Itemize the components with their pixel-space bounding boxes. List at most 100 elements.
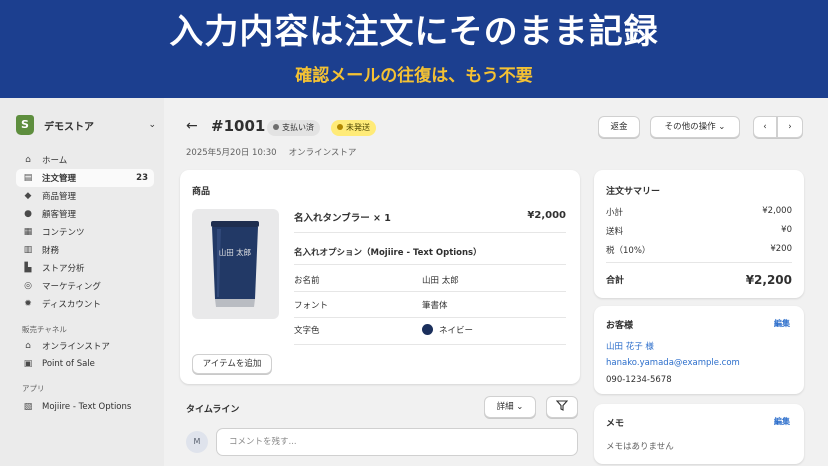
order-summary-card: 注文サマリー 小計 ¥2,000 送料 ¥0 税（10%） ¥200 合計 ¥2,200 <box>594 170 804 298</box>
apps-list: ▧ Mojiire - Text Options <box>16 398 154 416</box>
total-label: 合計 <box>606 276 625 286</box>
promo-banner: 入力内容は注文にそのまま記録 確認メールの往復は、もう不要 <box>0 0 828 98</box>
products-title: 商品 <box>192 187 211 197</box>
divider <box>294 264 566 265</box>
nav-item-label: ストア分析 <box>42 264 85 274</box>
chevron-down-icon: ⌄ <box>718 122 726 132</box>
options-title: 名入れオプション（Mojiire - Text Options） <box>294 248 482 258</box>
fulfillment-status-badge: 未発送 <box>331 120 376 136</box>
chart-icon: ▙ <box>24 263 32 273</box>
memo-text: メモはありません <box>606 442 674 452</box>
store-name: デモストア <box>44 121 94 133</box>
divider <box>294 232 566 233</box>
nav-item-online-store[interactable]: ⌂ オンラインストア <box>16 337 154 355</box>
home-icon: ⌂ <box>25 155 31 165</box>
sidebar: デモストア ⌄ ⌂ ホーム ▤ 注文管理 23 ◆ 商品管理 ● 顧客管理 ▦ … <box>0 98 164 466</box>
memo-title: メモ <box>606 419 625 429</box>
nav-item-point-of-sale[interactable]: ▣ Point of Sale <box>16 355 154 373</box>
product-thumbnail: 山田 太郎 <box>192 209 279 319</box>
nav-item-discounts[interactable]: ✹ ディスカウント <box>16 295 154 313</box>
option-value-color: ネイビー <box>422 324 473 336</box>
nav-item-label: Mojiire - Text Options <box>42 402 132 412</box>
status-dot-icon <box>273 124 279 130</box>
refund-button[interactable]: 返金 <box>598 116 640 138</box>
products-card: 商品 山田 太郎 名入れタンブラー × 1 ¥2,000 名入れオプション（Mo… <box>180 170 580 384</box>
next-order-button[interactable]: › <box>777 116 803 138</box>
app-icon: ▧ <box>23 402 33 412</box>
store-switcher[interactable]: デモストア ⌄ <box>16 114 156 136</box>
customer-edit-link[interactable]: 編集 <box>774 318 790 329</box>
detail-label: 詳細 <box>496 402 514 412</box>
order-detail-page: ← #1001 支払い済 未発送 2025年5月20日 10:30 オンラインスト… <box>164 98 828 466</box>
avatar: M <box>186 431 208 453</box>
order-meta: 2025年5月20日 10:30 オンラインストア <box>186 146 356 158</box>
product-name: 名入れタンブラー × 1 <box>294 213 391 224</box>
apps-heading: アプリ <box>22 384 45 393</box>
more-actions-button[interactable]: その他の操作 ⌄ <box>650 116 740 138</box>
summary-total: 合計 ¥2,200 <box>606 273 792 287</box>
customer-email-link[interactable]: hanako.yamada@example.com <box>606 358 740 368</box>
divider <box>294 344 566 345</box>
comment-input[interactable]: コメントを残す... <box>216 428 578 456</box>
summary-label: 税（10%） <box>606 246 651 256</box>
chevron-down-icon: ⌄ <box>516 402 524 412</box>
nav-item-home[interactable]: ⌂ ホーム <box>16 151 154 169</box>
memo-card: メモ 編集 メモはありません <box>594 404 804 464</box>
filter-icon <box>555 400 569 411</box>
nav-item-analytics[interactable]: ▙ ストア分析 <box>16 259 154 277</box>
orders-icon: ▤ <box>23 173 33 183</box>
nav-item-mojiire-app[interactable]: ▧ Mojiire - Text Options <box>16 398 154 416</box>
divider <box>294 291 566 292</box>
order-source: オンラインストア <box>288 148 357 158</box>
nav-item-label: コンテンツ <box>42 228 85 238</box>
customer-phone: 090-1234-5678 <box>606 375 672 385</box>
nav-item-orders[interactable]: ▤ 注文管理 23 <box>16 169 154 187</box>
customer-name-link[interactable]: 山田 花子 様 <box>606 340 654 352</box>
nav-item-label: オンラインストア <box>42 342 110 352</box>
sales-channels-heading: 販売チャネル <box>22 325 67 334</box>
nav-item-finance[interactable]: ▥ 財務 <box>16 241 154 259</box>
main-nav: ⌂ ホーム ▤ 注文管理 23 ◆ 商品管理 ● 顧客管理 ▦ コンテンツ ▥ … <box>16 151 154 313</box>
color-swatch <box>422 324 433 335</box>
nav-item-label: ディスカウント <box>42 300 101 310</box>
chevron-left-icon: ‹ <box>763 122 767 132</box>
chevron-down-icon: ⌄ <box>148 120 156 130</box>
person-icon: ● <box>24 209 32 219</box>
bank-icon: ▥ <box>23 245 33 255</box>
previous-order-button[interactable]: ‹ <box>753 116 777 138</box>
summary-row-subtotal: 小計 ¥2,000 <box>606 206 792 218</box>
store-icon: ⌂ <box>25 341 31 351</box>
divider <box>294 317 566 318</box>
option-label-font: フォント <box>294 301 329 311</box>
summary-value: ¥0 <box>781 225 792 235</box>
summary-title: 注文サマリー <box>606 187 661 197</box>
option-label-color: 文字色 <box>294 326 320 336</box>
more-actions-label: その他の操作 <box>664 122 716 132</box>
nav-item-label: 財務 <box>42 246 60 256</box>
summary-label: 小計 <box>606 208 624 218</box>
banner-title: 入力内容は注文にそのまま記録 <box>169 12 659 52</box>
nav-item-content[interactable]: ▦ コンテンツ <box>16 223 154 241</box>
nav-item-label: マーケティング <box>42 282 101 292</box>
nav-item-marketing[interactable]: ◎ マーケティング <box>16 277 154 295</box>
status-dot-icon <box>337 124 343 130</box>
add-item-button[interactable]: アイテムを追加 <box>192 354 272 374</box>
filter-button[interactable] <box>546 396 578 418</box>
nav-item-label: Point of Sale <box>42 359 95 369</box>
shopify-logo-icon <box>16 115 34 135</box>
summary-row-shipping: 送料 ¥0 <box>606 225 792 237</box>
tumbler-image: 山田 太郎 <box>211 221 259 307</box>
pos-icon: ▣ <box>23 359 33 369</box>
summary-row-tax: 税（10%） ¥200 <box>606 244 792 256</box>
timeline-detail-button[interactable]: 詳細 ⌄ <box>484 396 536 418</box>
back-arrow-icon[interactable]: ← <box>186 118 198 134</box>
nav-item-products[interactable]: ◆ 商品管理 <box>16 187 154 205</box>
target-icon: ◎ <box>24 281 32 291</box>
payment-status-badge: 支払い済 <box>267 120 320 136</box>
divider <box>606 262 792 263</box>
option-label-name: お名前 <box>294 276 320 286</box>
memo-edit-link[interactable]: 編集 <box>774 416 790 427</box>
engraving-text: 山田 太郎 <box>219 247 251 257</box>
nav-item-customers[interactable]: ● 顧客管理 <box>16 205 154 223</box>
sales-channels-list: ⌂ オンラインストア ▣ Point of Sale <box>16 337 154 373</box>
